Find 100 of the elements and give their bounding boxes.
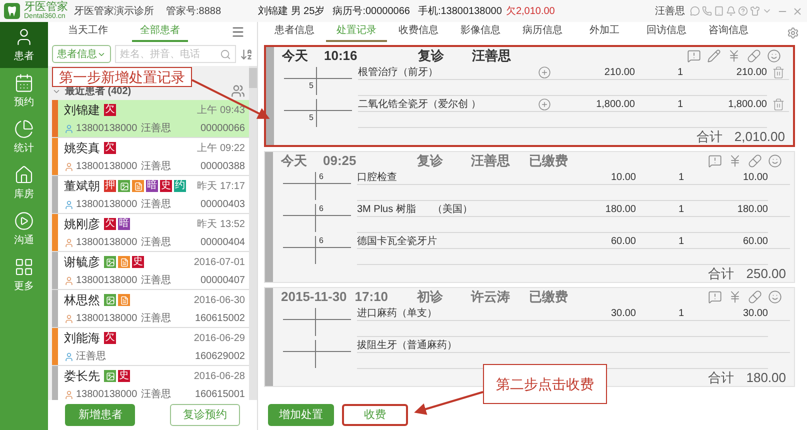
visit-type: 初诊 (417, 288, 444, 306)
quantity: 1 (677, 202, 685, 216)
search-icon[interactable] (220, 48, 231, 60)
users-icon[interactable] (231, 84, 245, 98)
quantity: 1 (677, 170, 685, 184)
patient-card[interactable]: 刘锦建 欠 上午 09:43 13800138000 汪善思 00000066 (52, 100, 249, 138)
record-tab[interactable]: 咨询信息 (698, 23, 759, 42)
doctor-name: 汪善思 (472, 47, 512, 66)
phone-number: 13800138000 (76, 312, 138, 326)
doctor-name: 汪善思 (141, 312, 172, 326)
doctor-name: 汪善思 (76, 350, 106, 364)
visit-time: 2016-06-28 (194, 370, 245, 384)
shirt-icon[interactable] (750, 6, 760, 16)
total-label: 合计 (696, 128, 722, 146)
smile-icon[interactable] (768, 290, 782, 304)
treatment-name: 德国卡瓦全瓷牙片 (357, 234, 438, 248)
record-tab[interactable]: 外加工 (574, 23, 635, 42)
patient-tag: 欠 (104, 218, 116, 230)
panel-tab[interactable]: 当天工作 (60, 23, 116, 42)
record-tab[interactable]: 收费信息 (388, 23, 449, 42)
scrollbar[interactable] (249, 66, 257, 400)
patient-tag: 欠 (104, 332, 116, 344)
patient-card[interactable]: 娄长先 史 2016-06-28 13800138000 汪善思 160615001 (52, 366, 249, 400)
comment-icon[interactable] (708, 290, 722, 304)
patient-card[interactable]: 林思然 2016-06-30 13800138000 汪善思 160615002 (52, 290, 249, 328)
phone-number: 13800138000 (76, 160, 138, 174)
delete-icon[interactable] (772, 98, 784, 110)
patient-tag: 欠 (104, 142, 116, 154)
smile-icon[interactable] (767, 49, 781, 63)
patient-id: 00000403 (200, 198, 245, 212)
yen-icon[interactable] (728, 154, 742, 168)
visit-type: 复诊 (417, 152, 444, 170)
sort-icon[interactable] (240, 48, 253, 60)
visit-time: 昨天 13:52 (197, 218, 245, 232)
delete-icon[interactable] (772, 66, 784, 78)
menu-icon[interactable] (231, 25, 245, 39)
doctor-name: 汪善思 (141, 274, 172, 288)
add-icon[interactable] (538, 98, 550, 110)
patient-name: 刘能海 (64, 330, 100, 347)
pill-icon[interactable] (748, 154, 762, 168)
visit-type: 复诊 (418, 47, 445, 66)
doctor-name: 汪善思 (141, 122, 172, 136)
total-amount: 180.00 (746, 369, 786, 388)
patient-card[interactable]: 董斌朝 押 暗 史 约 昨天 17:17 13800138000 汪善思 00000403 (52, 176, 249, 214)
patient-card[interactable]: 谢毓彦 史 2016-07-01 13800138000 汪善思 00000407 (52, 252, 249, 290)
record-time: 10:16 (324, 47, 358, 66)
tooth-number: 5 (309, 114, 314, 122)
treatment-name: 二氧化锆全瓷牙（爱尔创 ） (358, 98, 482, 112)
patient-card[interactable]: 姚奕真 欠 上午 09:22 13800138000 汪善思 00000388 (52, 138, 249, 176)
amount: 210.00 (735, 66, 767, 80)
add-icon[interactable] (538, 66, 550, 78)
comment-icon[interactable] (708, 154, 722, 168)
smile-icon[interactable] (768, 154, 782, 168)
patient-tag: 史 (118, 370, 130, 382)
callout-box: 第一步新增处置记录 (52, 67, 192, 87)
account-number: 管家号:8888 (166, 4, 222, 18)
tooth-number: 6 (319, 205, 324, 213)
record-date: 今天 (282, 47, 309, 66)
record-tab[interactable]: 回访信息 (636, 23, 697, 42)
total-label: 合计 (708, 265, 734, 284)
patient-tag: 史 (160, 180, 172, 192)
patient-id: 00000388 (200, 160, 245, 174)
pill-icon[interactable] (747, 49, 761, 63)
patient-tag: 暗 (118, 218, 130, 230)
record-tab[interactable]: 患者信息 (264, 23, 325, 42)
treatment-name: 进口麻药（单支） (357, 306, 438, 320)
treatment-name: 口腔检查 (357, 170, 398, 184)
record-number: 病历号:00000066 (332, 4, 410, 18)
settings-icon[interactable] (787, 27, 799, 39)
close-icon[interactable] (792, 6, 803, 16)
record-tab[interactable]: 病历信息 (512, 23, 573, 42)
yen-icon[interactable] (727, 49, 741, 63)
record-tab[interactable]: 影像信息 (450, 23, 511, 42)
help-icon[interactable] (738, 6, 748, 16)
nav-label: 患者 (14, 50, 34, 64)
nav-label: 沟通 (14, 234, 34, 248)
phone-number: 手机:13800138000 (418, 4, 502, 18)
quantity: 1 (677, 234, 685, 248)
edit-icon[interactable] (707, 49, 721, 63)
patient-card[interactable]: 姚刚彦 欠 暗 昨天 13:52 13800138000 汪善思 00000404 (52, 214, 249, 252)
tooth-number: 6 (319, 237, 324, 245)
visit-time: 上午 09:22 (197, 142, 245, 156)
patient-name: 谢毓彦 (64, 254, 100, 271)
patient-name: 刘锦建 (64, 102, 100, 119)
pill-icon[interactable] (748, 290, 762, 304)
comment-icon[interactable] (687, 49, 701, 63)
quantity: 1 (677, 306, 685, 320)
bell-icon[interactable] (726, 6, 736, 16)
patient-id: 160615002 (194, 312, 245, 326)
tablet-icon[interactable] (714, 6, 724, 16)
search-field[interactable]: 姓名、拼音、电话 (115, 45, 236, 63)
patient-name: 娄长先 (64, 368, 100, 385)
nav-item[interactable]: 患者 (0, 22, 48, 68)
yen-icon[interactable] (728, 290, 742, 304)
patient-name: 姚奕真 (64, 140, 100, 157)
quantity: 1 (676, 66, 684, 80)
unit-price: 10.00 (610, 170, 636, 184)
chat-icon[interactable] (690, 6, 700, 16)
patient-card[interactable]: 刘能海 欠 2016-06-29 汪善思 160629002 (52, 328, 249, 366)
phone-icon[interactable] (702, 6, 712, 16)
